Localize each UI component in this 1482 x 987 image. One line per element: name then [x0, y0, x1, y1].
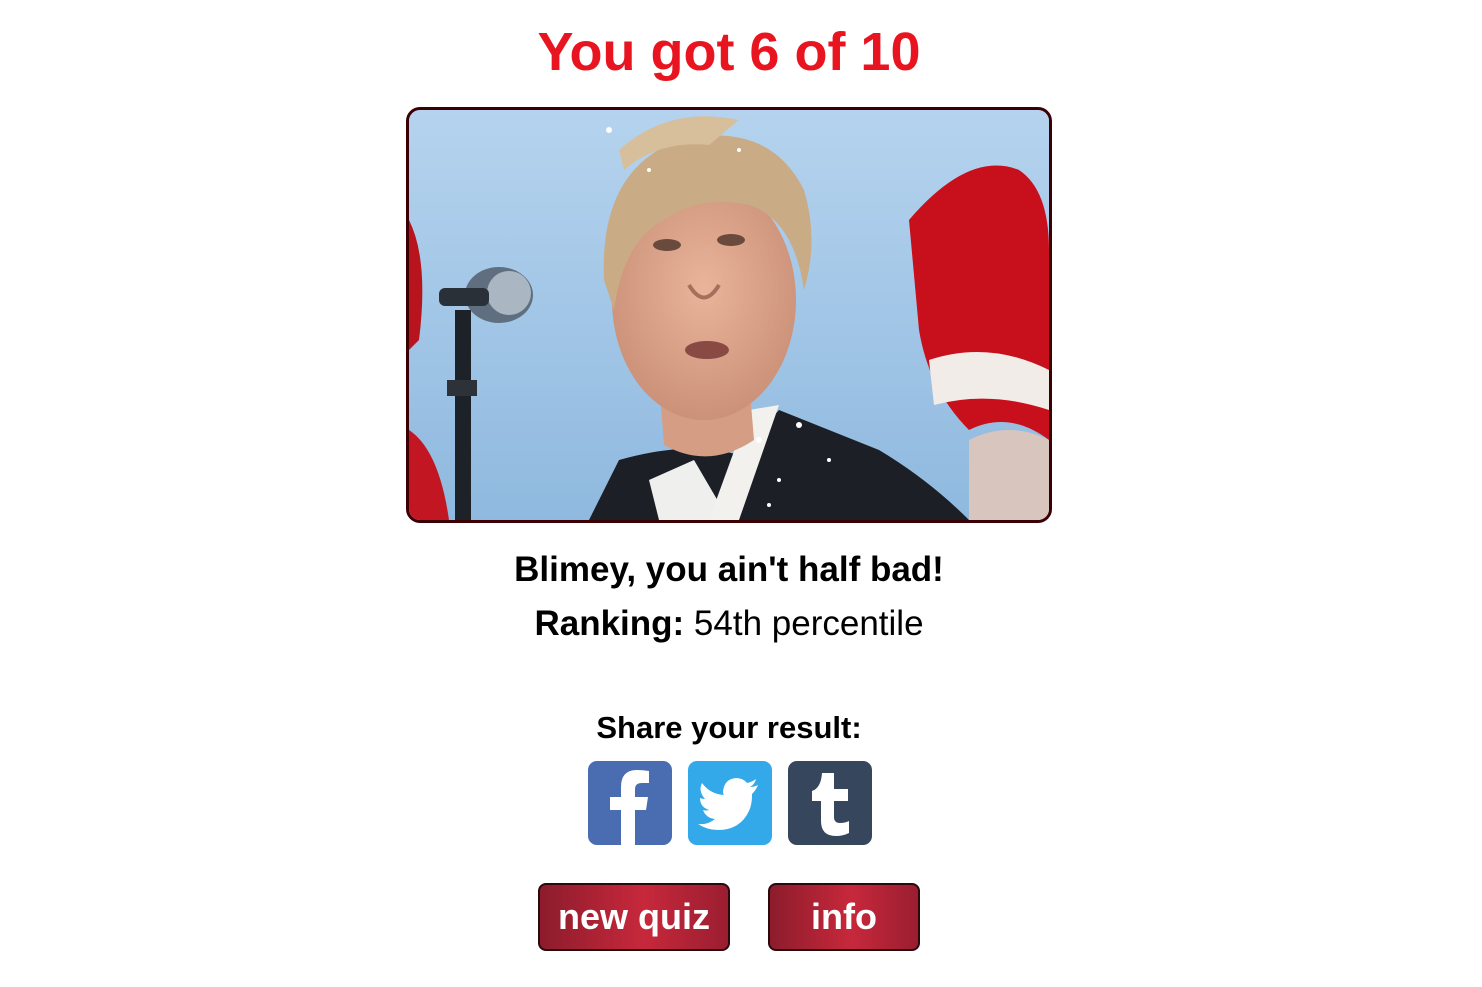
share-buttons — [588, 761, 878, 845]
share-label: Share your result: — [596, 710, 862, 745]
result-photo — [406, 107, 1052, 523]
twitter-icon — [698, 778, 758, 830]
score-title: You got 6 of 10 — [537, 22, 921, 82]
result-verdict: Blimey, you ain't half bad! — [514, 550, 944, 589]
quiz-result-page: You got 6 of 10 Blimey, you ain't half b… — [0, 0, 1482, 987]
ranking-line: Ranking: 54th percentile — [0, 602, 1458, 646]
info-button[interactable]: info — [768, 883, 920, 951]
facebook-share-button[interactable] — [588, 761, 672, 845]
facebook-icon — [610, 770, 649, 845]
ranking-value: 54th percentile — [684, 604, 924, 643]
ranking-label: Ranking: — [534, 604, 685, 643]
tumblr-icon — [812, 773, 849, 836]
tumblr-share-button[interactable] — [788, 761, 872, 845]
singer-at-microphone-image — [409, 110, 1049, 520]
new-quiz-button[interactable]: new quiz — [538, 883, 730, 951]
twitter-share-button[interactable] — [688, 761, 772, 845]
